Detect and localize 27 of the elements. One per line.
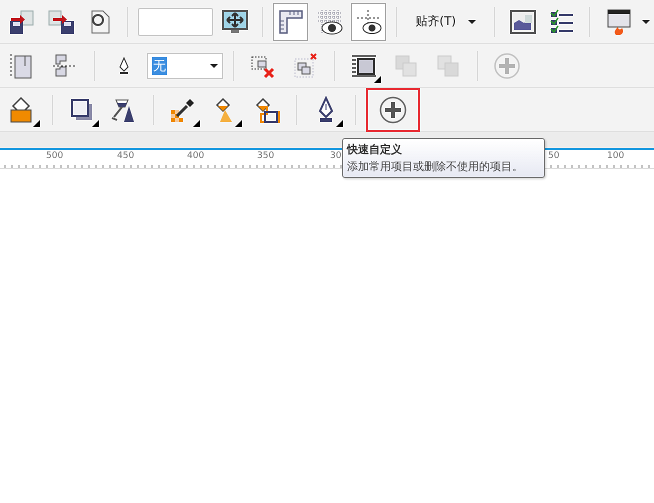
zoom-field[interactable] [138, 8, 214, 36]
toolbar-button[interactable] [351, 2, 386, 40]
ruler-label: 50 [548, 151, 560, 161]
ruler-label: 100 [607, 151, 624, 161]
save-arrow-icon [46, 8, 75, 36]
ruler-label: 450 [117, 151, 134, 161]
plus-circle-icon [493, 52, 521, 80]
ruler-label: 500 [46, 151, 64, 161]
ruler-label: 30 [330, 151, 342, 161]
tooltip-text: 添加常用项目或删除不使用的项目。 [347, 159, 524, 175]
bucket-squares-icon [253, 96, 281, 124]
caret-icon [468, 20, 476, 24]
ruler-label: 350 [257, 151, 274, 161]
guideline-eye-icon [354, 8, 383, 36]
grid-eye-icon [316, 8, 344, 36]
plus-circle-icon [379, 96, 407, 124]
snap-dropdown[interactable]: 贴齐(T) [407, 6, 484, 36]
save-arrow-icon [8, 8, 36, 36]
ruler-label: 400 [187, 151, 204, 161]
window-flame-icon [605, 8, 633, 36]
monitor-arrows-icon [220, 8, 249, 36]
toolbar-button[interactable] [366, 88, 420, 132]
tooltip-title: 快速自定义 [347, 142, 403, 158]
checklist-icon [548, 8, 576, 36]
ruler-icon [276, 8, 305, 36]
caret-icon[interactable] [642, 20, 650, 24]
toolbar-button[interactable] [273, 2, 308, 40]
